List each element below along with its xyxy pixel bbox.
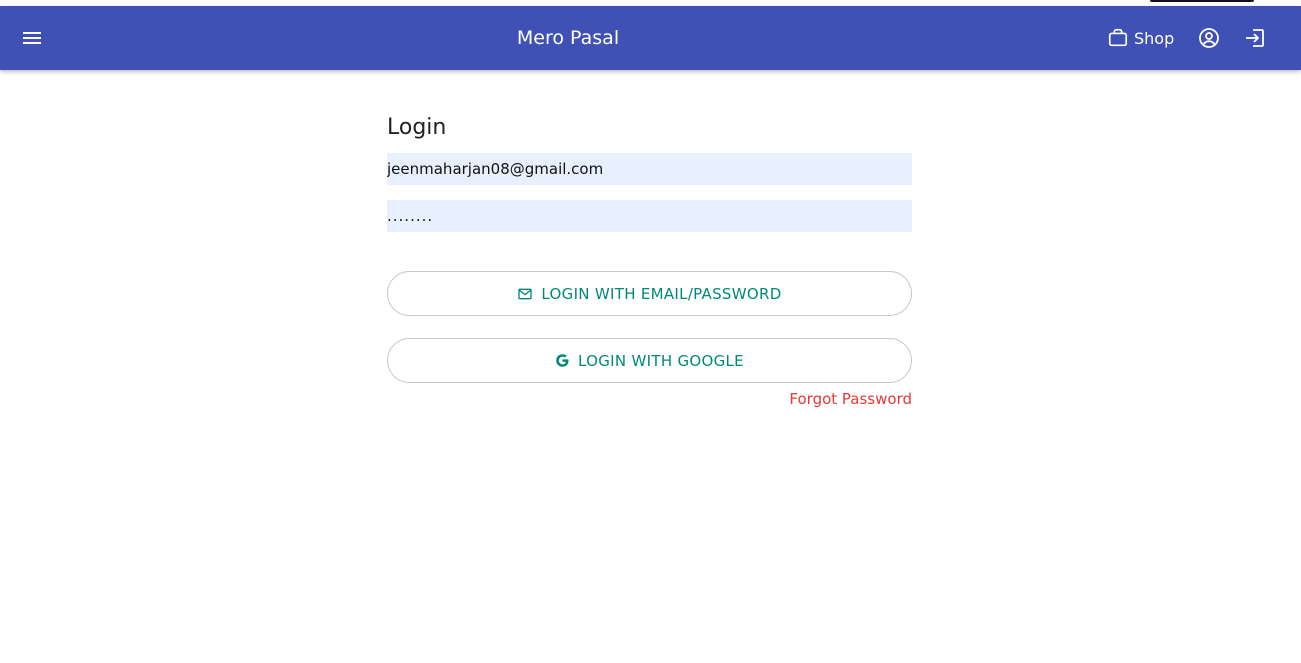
shop-label: Shop <box>1134 28 1175 48</box>
browser-edge <box>1150 0 1254 2</box>
logout-button[interactable] <box>1243 26 1267 50</box>
login-google-label: LOGIN WITH GOOGLE <box>578 351 744 370</box>
login-google-button[interactable]: LOGIN WITH GOOGLE <box>387 338 912 383</box>
login-heading: Login <box>387 115 447 140</box>
logout-icon <box>1246 29 1264 47</box>
password-field[interactable] <box>387 200 912 232</box>
account-circle-icon <box>1199 28 1219 48</box>
account-button[interactable] <box>1197 26 1221 50</box>
shop-link[interactable]: Shop <box>1107 25 1174 51</box>
login-email-label: LOGIN WITH EMAIL/PASSWORD <box>541 284 782 303</box>
briefcase-icon <box>1108 28 1128 47</box>
mail-icon <box>517 286 533 302</box>
forgot-password-link[interactable]: Forgot Password <box>789 389 912 409</box>
app-title: Mero Pasal <box>516 27 620 49</box>
email-field[interactable] <box>387 153 912 185</box>
google-icon <box>555 353 570 368</box>
login-email-button[interactable]: LOGIN WITH EMAIL/PASSWORD <box>387 271 912 316</box>
app-bar: Mero Pasal Shop <box>0 6 1301 70</box>
